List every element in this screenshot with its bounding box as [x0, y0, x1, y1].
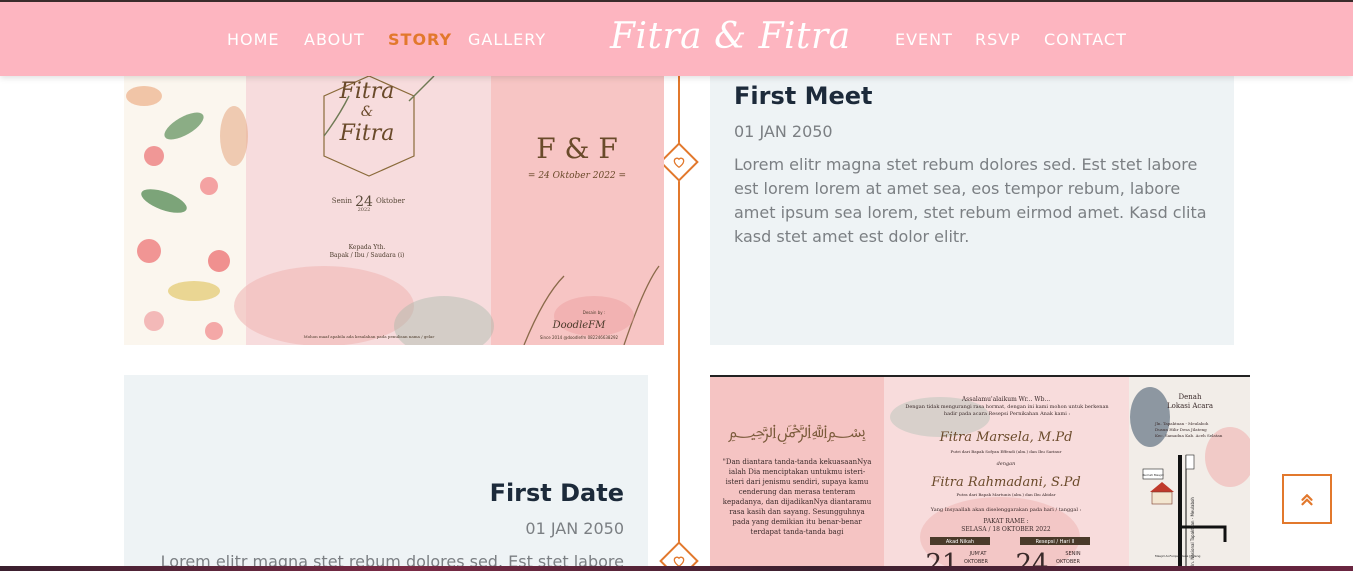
page: HOME ABOUT STORY GALLERY Fitra & Fitra E…: [0, 0, 1353, 571]
invite2-greeting: Assalamu'alaikum Wr... Wb...: [961, 396, 1050, 403]
nav-contact[interactable]: CONTACT: [1044, 30, 1127, 49]
invite2-address1: Jln. Tapaktuan - Meulaboh: [1154, 421, 1209, 426]
invite2-schedule-date: SELASA / 18 OKTOBER 2022: [961, 526, 1051, 533]
invite2-map-title2: Lokasi Acara: [1167, 402, 1213, 410]
invite2-landmark1: Rumah Mesjid: [1142, 473, 1163, 477]
invite1-designer-label: Desain by :: [583, 310, 606, 315]
invite1-footer: Mohon maaf apabila ada kesalahan pada pe…: [304, 334, 435, 339]
invite2-address2: Dusun Hilir Desa Jilateng: [1155, 427, 1207, 432]
invite2-road: Jln. Nasional Tapaktuan - Meulaboh: [1190, 497, 1195, 568]
timeline-heart-icon: [659, 142, 699, 182]
invite1-recipient2: Bapak / Ibu / Saudara (i): [330, 252, 405, 259]
story-card-first-meet: First Meet 01 JAN 2050 Lorem elitr magna…: [710, 76, 1234, 345]
story-image-first-meet: Fitra & Fitra Senin 24 Oktober 2022 Kepa…: [124, 76, 664, 345]
back-to-top-button[interactable]: [1282, 474, 1332, 524]
brand-logo[interactable]: Fitra & Fitra: [610, 16, 851, 57]
story-text: Lorem elitr magna stet rebum dolores sed…: [734, 155, 1207, 246]
invite2-groom: Fitra Marsela, M.Pd: [939, 430, 1073, 445]
invite1-name1: Fitra: [339, 79, 395, 104]
nav-event[interactable]: EVENT: [895, 30, 953, 49]
invite2-akad-day: JUM'AT: [969, 551, 988, 557]
invite2-akad-label: Akad Nikah: [946, 539, 974, 545]
story-title: First Meet: [734, 82, 873, 110]
invite2-resepsi-day: SENIN: [1065, 551, 1081, 557]
navbar: HOME ABOUT STORY GALLERY Fitra & Fitra E…: [0, 0, 1353, 76]
invite2-map-title1: Denah: [1179, 393, 1202, 401]
invite2-bride: Fitra Rahmadani, S.Pd: [930, 475, 1080, 490]
invite1-monogram-date: = 24 Oktober 2022 =: [528, 171, 626, 181]
invite2-bride-parents: Putra dari Bapak Martunis (alm.) dan Ibu…: [956, 492, 1055, 497]
invite2-schedule-intro: Yang Insyaallah akan diselenggarakan pad…: [930, 507, 1082, 513]
invite2-groom-parents: Putri dari Bapak Sofyan Effendi (alm.) d…: [951, 449, 1062, 454]
invite1-monogram: F & F: [536, 132, 618, 165]
nav-rsvp[interactable]: RSVP: [975, 30, 1021, 49]
invite2-schedule-label: PAKAT RAME :: [983, 518, 1028, 525]
nav-about[interactable]: ABOUT: [304, 30, 365, 49]
story-date: 01 JAN 2050: [734, 122, 833, 141]
invite1-amp: &: [361, 104, 373, 120]
invite2-connector: dengan: [997, 461, 1016, 467]
story-date: 01 JAN 2050: [525, 519, 624, 538]
nav-home[interactable]: HOME: [227, 30, 280, 49]
nav-story[interactable]: STORY: [388, 30, 452, 49]
nav-gallery[interactable]: GALLERY: [468, 30, 546, 49]
invite1-recipient: Kepada Yth.: [349, 244, 386, 251]
invite2-address3: Kec. Samadua Kab. Aceh Selatan: [1155, 433, 1223, 438]
invite1-name2: Fitra: [339, 121, 395, 146]
invite2-akad-month: OKTOBER: [964, 559, 988, 565]
invite2-intro: Dengan tidak mengurangi rasa hormat, den…: [905, 404, 1109, 417]
invite2-resepsi-month: OKTOBER: [1056, 559, 1080, 565]
bottom-edge: [0, 566, 1353, 571]
invite1-day: Senin: [332, 197, 353, 205]
invite1-year: 2022: [358, 207, 371, 213]
double-chevron-up-icon: [1301, 494, 1313, 506]
story-image-first-date: ﷽ "Dan diantara tanda-tanda kekuasaanNya…: [710, 375, 1250, 571]
invite1-month: Oktober: [376, 197, 406, 205]
invite1-designer-since: Since 2014 @doodlefm 082246638292: [540, 335, 619, 340]
invite1-designer: DoodleFM: [552, 320, 607, 331]
story-title: First Date: [489, 479, 624, 507]
svg-text:﷽: ﷽: [728, 421, 866, 444]
invite2-resepsi-label: Resepsi / Hari II: [1036, 539, 1075, 545]
story-card-first-date: First Date 01 JAN 2050 Lorem elitr magna…: [124, 375, 648, 571]
invite2-quote: "Dan diantara tanda-tanda kekuasaanNya i…: [722, 458, 872, 536]
